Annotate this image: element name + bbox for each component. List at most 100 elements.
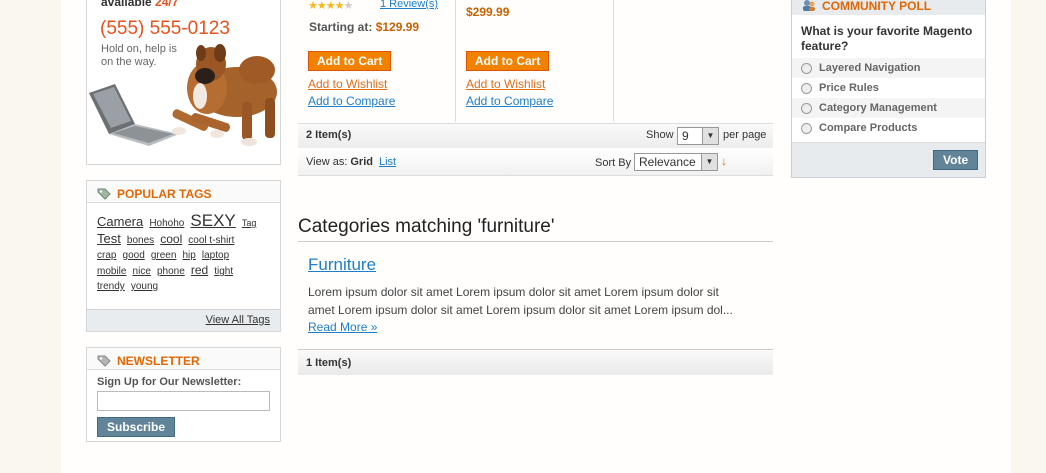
categories-heading: Categories matching 'furniture' bbox=[298, 216, 773, 242]
vote-button[interactable]: Vote bbox=[933, 150, 979, 170]
dog-laptop-image bbox=[89, 44, 277, 146]
tag-link[interactable]: mobile bbox=[97, 266, 126, 277]
radio-button[interactable] bbox=[801, 122, 812, 134]
star-empty-icon: ★ bbox=[343, 0, 354, 12]
tag-link[interactable]: hip bbox=[182, 250, 195, 261]
pager-toolbar: 2 Item(s) Show 9 ▼ per page bbox=[298, 123, 773, 148]
tag-link[interactable]: Camera bbox=[97, 214, 143, 229]
tag-link[interactable]: good bbox=[123, 250, 145, 261]
category-description: Lorem ipsum dolor sit amet Lorem ipsum d… bbox=[308, 283, 758, 319]
tag-link[interactable]: crap bbox=[97, 250, 116, 261]
view-grid-active: Grid bbox=[350, 156, 373, 168]
poll-question: What is your favorite Magento feature? bbox=[801, 24, 973, 53]
view-all-tags-link[interactable]: View All Tags bbox=[206, 314, 270, 326]
tag-icon bbox=[97, 188, 111, 200]
star-icon: ★ bbox=[308, 0, 318, 12]
add-to-cart-button[interactable]: Add to Cart bbox=[466, 51, 550, 71]
star-icon: ★ bbox=[325, 0, 336, 12]
tag-link[interactable]: green bbox=[151, 250, 177, 261]
popular-tags-label: POPULAR TAGS bbox=[117, 186, 212, 201]
starting-at-label: Starting at: bbox=[309, 20, 373, 34]
radio-button[interactable] bbox=[801, 62, 812, 74]
poll-option-label: Compare Products bbox=[819, 122, 918, 134]
sort-by-label: Sort By bbox=[595, 157, 632, 169]
poll-option[interactable]: Category Management bbox=[792, 98, 985, 118]
popular-tags-block: POPULAR TAGS Camera Hohoho SEXY Tag Test… bbox=[86, 180, 281, 332]
view-mode: View as: Grid List bbox=[306, 156, 396, 168]
newsletter-label: NEWSLETTER bbox=[117, 353, 200, 368]
item-count: 2 Item(s) bbox=[306, 129, 352, 141]
tag-link[interactable]: Hohoho bbox=[149, 218, 184, 229]
product-price: $129.99 bbox=[375, 20, 420, 34]
sort-by-value: Relevance bbox=[639, 155, 696, 169]
sorter-toolbar: View as: Grid List Sort By Relevance ▼ ↓ bbox=[298, 148, 773, 176]
poll-title: COMMUNITY POLL bbox=[792, 0, 985, 13]
tag-link[interactable]: red bbox=[191, 263, 208, 277]
poll-option[interactable]: Layered Navigation bbox=[792, 58, 985, 78]
people-icon bbox=[803, 0, 815, 11]
per-page-select[interactable]: 9 ▼ bbox=[677, 127, 719, 145]
tag-link[interactable]: cool t-shirt bbox=[188, 235, 234, 246]
per-page-value: 9 bbox=[682, 129, 689, 143]
star-icon: ★ bbox=[316, 0, 327, 12]
tag-link[interactable]: Tag bbox=[242, 218, 257, 228]
popular-tags-title: POPULAR TAGS bbox=[87, 181, 280, 203]
chevron-down-icon: ▼ bbox=[701, 154, 717, 170]
tag-link[interactable]: SEXY bbox=[190, 211, 235, 230]
tag-link[interactable]: young bbox=[131, 281, 158, 292]
category-count: 1 Item(s) bbox=[298, 349, 773, 375]
newsletter-title: NEWSLETTER bbox=[87, 348, 280, 370]
newsletter-tag-icon bbox=[97, 355, 111, 367]
per-page-label: per page bbox=[723, 129, 767, 141]
tag-link[interactable]: laptop bbox=[202, 250, 229, 261]
poll-option-label: Layered Navigation bbox=[819, 62, 921, 74]
tags-footer: View All Tags bbox=[87, 309, 280, 331]
sort-by-select[interactable]: Relevance ▼ bbox=[634, 153, 718, 171]
add-to-wishlist-link[interactable]: Add to Wishlist bbox=[308, 77, 387, 91]
star-icon: ★ bbox=[334, 0, 345, 12]
product-grid-row: ★★★★★ 1 Review(s) Starting at: $129.99 A… bbox=[298, 0, 773, 122]
starting-at: Starting at: $129.99 bbox=[309, 20, 419, 34]
rating-stars: ★★★★★ bbox=[308, 0, 354, 12]
chevron-down-icon: ▼ bbox=[702, 128, 718, 144]
subscribe-button[interactable]: Subscribe bbox=[97, 417, 176, 437]
poll-option[interactable]: Price Rules bbox=[792, 78, 985, 98]
tag-cloud: Camera Hohoho SEXY Tag Test bones cool c… bbox=[87, 203, 280, 309]
poll-title-label: COMMUNITY POLL bbox=[822, 0, 932, 13]
poll-options: Layered Navigation Price Rules Category … bbox=[792, 58, 985, 138]
help-banner[interactable]: available 24/7 (555) 555-0123 Hold on, h… bbox=[86, 0, 281, 165]
add-to-compare-link[interactable]: Add to Compare bbox=[466, 94, 553, 108]
radio-button[interactable] bbox=[801, 102, 812, 114]
category-description-line: amet Lorem ipsum dolor sit amet Lorem ip… bbox=[308, 303, 733, 317]
category-description-line: Lorem ipsum dolor sit amet Lorem ipsum d… bbox=[308, 285, 719, 299]
product-price: $299.99 bbox=[466, 5, 510, 19]
community-poll-block: COMMUNITY POLL What is your favorite Mag… bbox=[791, 0, 986, 178]
product-item: $299.99 Add to Cart Add to Wishlist Add … bbox=[456, 0, 614, 122]
poll-option-label: Price Rules bbox=[819, 82, 879, 94]
poll-option-label: Category Management bbox=[819, 102, 937, 114]
add-to-cart-button[interactable]: Add to Cart bbox=[308, 51, 392, 71]
tag-link[interactable]: tight bbox=[214, 266, 233, 277]
sort-direction-icon[interactable]: ↓ bbox=[721, 154, 727, 168]
tag-link[interactable]: nice bbox=[133, 266, 151, 277]
tag-link[interactable]: trendy bbox=[97, 281, 125, 292]
tag-link[interactable]: cool bbox=[160, 232, 182, 246]
add-to-compare-link[interactable]: Add to Compare bbox=[308, 94, 395, 108]
reviews-link[interactable]: 1 Review(s) bbox=[380, 0, 438, 10]
view-list-link[interactable]: List bbox=[379, 156, 396, 168]
tag-link[interactable]: Test bbox=[97, 231, 121, 246]
tag-link[interactable]: bones bbox=[127, 235, 154, 246]
newsletter-block: NEWSLETTER Sign Up for Our Newsletter: S… bbox=[86, 347, 281, 442]
product-item: ★★★★★ 1 Review(s) Starting at: $129.99 A… bbox=[298, 0, 456, 122]
newsletter-signup-label: Sign Up for Our Newsletter: bbox=[97, 376, 242, 388]
newsletter-email-input[interactable] bbox=[97, 391, 270, 411]
category-link[interactable]: Furniture bbox=[308, 255, 376, 275]
show-label: Show bbox=[646, 129, 674, 141]
poll-option[interactable]: Compare Products bbox=[792, 118, 985, 138]
add-to-wishlist-link[interactable]: Add to Wishlist bbox=[466, 77, 545, 91]
poll-body: What is your favorite Magento feature? L… bbox=[792, 15, 985, 143]
view-as-label: View as: bbox=[306, 156, 348, 168]
tag-link[interactable]: phone bbox=[157, 266, 185, 277]
radio-button[interactable] bbox=[801, 82, 812, 94]
read-more-link[interactable]: Read More » bbox=[308, 320, 377, 334]
